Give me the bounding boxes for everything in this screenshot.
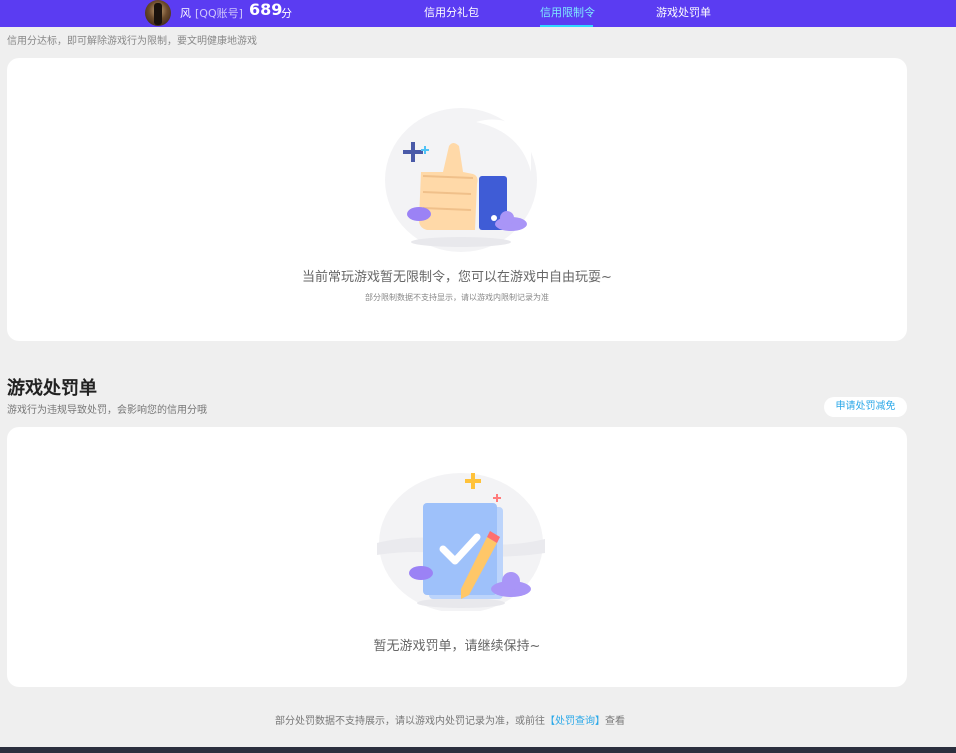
top-bar: 风 [QQ账号] 689 分 信用分礼包 信用限制令 游戏处罚单: [0, 0, 956, 27]
restriction-empty-subtext: 部分限制数据不支持显示，请以游戏内限制记录为准: [365, 293, 549, 302]
account-type: [QQ账号]: [195, 7, 243, 20]
penalty-section-title: 游戏处罚单: [7, 378, 97, 399]
nav-tab-game-penalty[interactable]: 游戏处罚单: [656, 4, 711, 20]
nav-tab-credit-gift[interactable]: 信用分礼包: [424, 4, 479, 20]
score-unit: 分: [281, 7, 292, 20]
footer-note-suffix: 查看: [605, 716, 625, 727]
credit-score: 689: [249, 0, 283, 19]
apply-penalty-reduction-button[interactable]: 申请处罚减免: [824, 397, 907, 417]
footer-note-text: 部分处罚数据不支持展示，请以游戏内处罚记录为准，或前往: [275, 716, 545, 727]
bottom-bar: [0, 747, 956, 753]
penalty-query-link[interactable]: 【处罚查询】: [545, 716, 605, 727]
penalty-card: 暂无游戏罚单，请继续保持~: [7, 427, 907, 687]
restriction-hint: 信用分达标，即可解除游戏行为限制，要文明健康地游戏: [7, 36, 257, 47]
avatar[interactable]: [145, 0, 171, 26]
penalty-section-desc: 游戏行为违规导致处罚，会影响您的信用分哦: [7, 405, 207, 416]
active-tab-indicator: [540, 25, 593, 27]
checked-clipboard-icon: [375, 463, 547, 611]
footer-note: 部分处罚数据不支持展示，请以游戏内处罚记录为准，或前往【处罚查询】查看: [0, 712, 900, 727]
restriction-empty-text: 当前常玩游戏暂无限制令，您可以在游戏中自由玩耍~: [302, 270, 612, 285]
nav-tab-credit-restriction[interactable]: 信用限制令: [540, 4, 595, 20]
thumbs-up-icon: [381, 102, 541, 252]
penalty-empty-text: 暂无游戏罚单，请继续保持~: [373, 639, 541, 654]
restriction-card: 当前常玩游戏暂无限制令，您可以在游戏中自由玩耍~ 部分限制数据不支持显示，请以游…: [7, 58, 907, 341]
user-name: 风: [180, 7, 191, 20]
